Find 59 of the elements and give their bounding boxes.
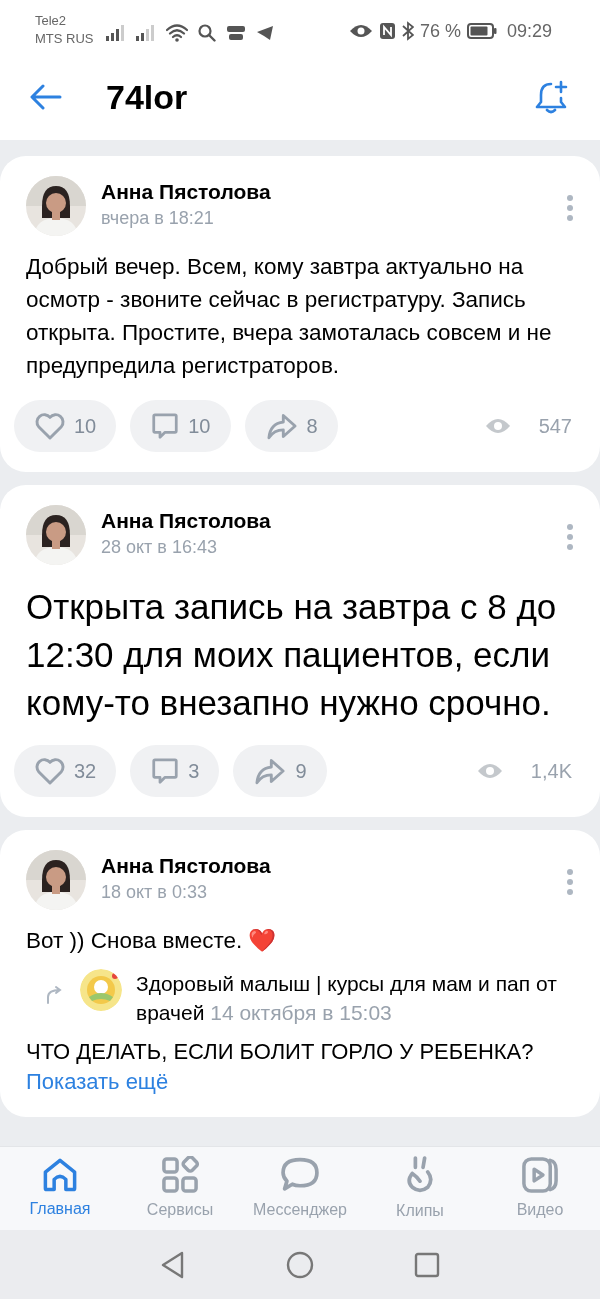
carrier-name: MTS RUS bbox=[35, 30, 94, 48]
nav-tab[interactable]: Видео bbox=[480, 1147, 600, 1230]
nfc-icon bbox=[378, 22, 396, 40]
eye-icon bbox=[476, 762, 503, 780]
home-icon bbox=[41, 1156, 79, 1193]
author-name[interactable]: Анна Пястолова bbox=[101, 852, 551, 880]
comment-icon bbox=[150, 411, 181, 441]
post-time: 28 окт в 16:43 bbox=[101, 536, 218, 559]
recents-nav-icon[interactable] bbox=[414, 1251, 440, 1278]
video-icon bbox=[521, 1155, 559, 1194]
comment-button[interactable]: 10 bbox=[130, 400, 231, 452]
comment-icon bbox=[150, 756, 181, 786]
post-time: вчера в 18:21 bbox=[101, 207, 215, 230]
share-button[interactable]: 9 bbox=[233, 745, 327, 797]
grid-icon bbox=[161, 1155, 199, 1194]
post-text: Открыта запись на завтра с 8 до 12:30 для моих пациентов, если кому-то внезапно нужно срочно. bbox=[26, 586, 558, 724]
heart-icon bbox=[34, 411, 66, 441]
bluetooth-icon bbox=[401, 21, 414, 41]
author-name[interactable]: Анна Пястолова bbox=[101, 507, 551, 535]
home-nav-icon[interactable] bbox=[286, 1250, 314, 1279]
more-icon[interactable] bbox=[566, 523, 574, 551]
post-text: Добрый вечер. Всем, кому завтра актуально на осмотр - звоните сейчас в регистратуру. Запись открыта. Простите, вчера замоталась совсем и не предупредила регистраторов. bbox=[26, 253, 553, 380]
more-icon[interactable] bbox=[566, 868, 574, 896]
author-name[interactable]: Анна Пястолова bbox=[101, 178, 551, 206]
eye-icon bbox=[484, 417, 511, 435]
like-button[interactable]: 10 bbox=[14, 400, 117, 452]
carrier-name: Tele2 bbox=[35, 12, 68, 30]
signal-icon bbox=[135, 25, 156, 41]
comment-button[interactable]: 3 bbox=[130, 745, 220, 797]
app-logo-icon bbox=[225, 24, 246, 42]
view-count: 547 bbox=[538, 414, 572, 439]
view-count: 1,4K bbox=[530, 759, 572, 784]
like-button[interactable]: 32 bbox=[14, 745, 117, 797]
search-icon bbox=[197, 24, 216, 42]
post-text: Вот )) Снова вместе. ❤ bbox=[26, 927, 278, 955]
more-icon[interactable] bbox=[566, 194, 574, 222]
show-more-link[interactable]: Показать ещё bbox=[26, 1069, 169, 1094]
heart-icon bbox=[34, 756, 66, 786]
nav-tab[interactable]: Мессенджер bbox=[240, 1147, 360, 1230]
signal-icon bbox=[105, 25, 126, 41]
repost-text: ЧТО ДЕЛАТЬ, ЕСЛИ БОЛИТ ГОРЛО У РЕБЕНКА? Показать ещё bbox=[26, 1038, 535, 1096]
share-icon bbox=[264, 411, 299, 441]
share-button[interactable]: 8 bbox=[244, 400, 338, 452]
clock: 09:29 bbox=[506, 19, 552, 43]
battery-icon bbox=[466, 23, 497, 39]
chat-bubble-icon bbox=[280, 1155, 320, 1194]
wifi-icon bbox=[165, 24, 188, 42]
nav-tab[interactable]: Клипы bbox=[360, 1147, 480, 1230]
back-arrow-icon[interactable] bbox=[30, 84, 62, 110]
repost-source[interactable]: Здоровый малыш | курсы для мам и пап от врачей 14 октября в 15:03 bbox=[136, 969, 574, 1027]
back-nav-icon[interactable] bbox=[160, 1250, 186, 1279]
nav-tab[interactable]: Сервисы bbox=[120, 1147, 240, 1230]
page-title: 74lor bbox=[106, 76, 188, 118]
nav-tab[interactable]: Главная bbox=[0, 1147, 120, 1230]
battery-percent: 76 % bbox=[419, 19, 461, 43]
post-time: 18 окт в 0:33 bbox=[101, 881, 208, 904]
paper-plane-icon bbox=[255, 25, 274, 41]
eye-icon bbox=[348, 23, 373, 39]
bell-plus-icon[interactable] bbox=[534, 79, 570, 115]
